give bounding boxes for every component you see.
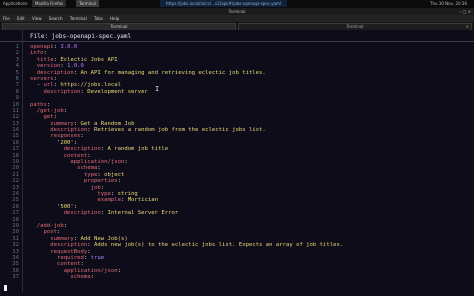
menu-file[interactable]: File bbox=[3, 16, 10, 21]
applications-menu[interactable]: Applications bbox=[3, 0, 27, 8]
system-panel: Applications Mozilla Firefox Terminal ht… bbox=[0, 0, 474, 8]
menu-view[interactable]: View bbox=[32, 16, 42, 21]
line-number: 37 bbox=[12, 274, 19, 281]
menu-help[interactable]: Help bbox=[110, 16, 119, 21]
taskbar-terminal[interactable]: Terminal bbox=[76, 0, 99, 7]
taskbar-firefox[interactable]: Mozilla Firefox bbox=[32, 0, 67, 7]
file-header: File: jobs-openapi-spec.yaml bbox=[0, 32, 474, 42]
code-text: schema: bbox=[70, 274, 95, 281]
tab-terminal-1[interactable]: Terminal bbox=[2, 23, 236, 30]
browser-url-window[interactable]: https://jobs.local/ai/cc/...v2/api/#/job… bbox=[160, 0, 287, 7]
menu-search[interactable]: Search bbox=[49, 16, 63, 21]
clock: Thu 30 Nov, 20:36 bbox=[430, 1, 468, 6]
tab-label: Terminal bbox=[346, 24, 364, 29]
terminal-cursor bbox=[4, 285, 7, 291]
file-name: File: jobs-openapi-spec.yaml bbox=[30, 33, 132, 40]
menu-tabs[interactable]: Tabs bbox=[94, 16, 103, 21]
tab-label: Terminal bbox=[110, 24, 128, 29]
tab-bar: Terminal Terminal × bbox=[0, 22, 474, 30]
menu-terminal[interactable]: Terminal bbox=[70, 16, 87, 21]
code-line: 37 schema: bbox=[0, 274, 474, 280]
window-titlebar[interactable]: Terminal – □ × bbox=[0, 8, 474, 15]
menu-edit[interactable]: Edit bbox=[17, 16, 25, 21]
text-cursor-icon: I bbox=[155, 85, 160, 93]
code-view: 1 openapi: 3.0.0 2 info: 3 title: Eclectic J… bbox=[0, 44, 474, 280]
menu-bar: File Edit View Search Terminal Tabs Help bbox=[0, 15, 474, 22]
tab-terminal-2[interactable]: Terminal × bbox=[238, 23, 472, 30]
window-controls[interactable]: – □ × bbox=[459, 8, 471, 15]
window-title: Terminal bbox=[228, 9, 246, 14]
